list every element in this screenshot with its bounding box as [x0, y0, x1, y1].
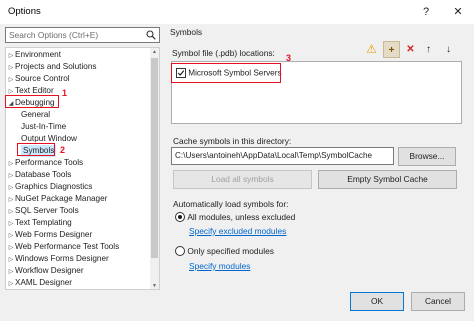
- ok-button[interactable]: OK: [350, 292, 404, 311]
- expand-arrow-icon[interactable]: ▷: [7, 278, 15, 289]
- radio-only-specified-label: Only specified modules: [187, 245, 274, 256]
- cache-directory-field[interactable]: C:\Users\antoineh\AppData\Local\Temp\Sym…: [171, 147, 394, 165]
- radio-all-modules-label: All modules, unless excluded: [187, 211, 296, 222]
- title-bar: Options ? ✕: [0, 0, 474, 24]
- move-down-arrow-icon[interactable]: ↓: [440, 41, 457, 58]
- callout-number-1: 1: [62, 88, 68, 98]
- remove-location-icon[interactable]: ✕: [402, 41, 419, 58]
- radio-only-specified-button[interactable]: [175, 245, 185, 256]
- symbol-locations-label: Symbol file (.pdb) locations:: [172, 48, 275, 58]
- search-icon: [146, 30, 156, 40]
- scroll-down-arrow-icon[interactable]: ▼: [150, 282, 159, 289]
- tree-item-sql-server-tools[interactable]: ▷ SQL Server Tools: [7, 205, 79, 217]
- callout-number-2: 2: [60, 145, 66, 155]
- radio-all-modules-button[interactable]: [175, 211, 185, 222]
- tree-item-xaml-designer[interactable]: ▷ XAML Designer: [7, 277, 72, 289]
- tree-item-workflow-designer[interactable]: ▷ Workflow Designer: [7, 265, 84, 277]
- cancel-button[interactable]: Cancel: [411, 292, 465, 311]
- options-navigation: Search Options (Ctrl+E) ▷ Environment ▷ Pr…: [5, 27, 160, 290]
- window-title: Options: [8, 6, 41, 17]
- callout-box-debugging: [5, 95, 59, 108]
- cache-directory-label: Cache symbols in this directory:: [173, 136, 292, 146]
- move-up-arrow-icon[interactable]: ↑: [420, 41, 437, 58]
- tree-item-environment[interactable]: ▷ Environment: [7, 49, 61, 61]
- browse-button[interactable]: Browse...: [398, 147, 456, 166]
- help-button[interactable]: ?: [417, 4, 435, 20]
- search-placeholder: Search Options (Ctrl+E): [9, 30, 99, 40]
- radio-all-modules[interactable]: All modules, unless excluded: [175, 211, 295, 222]
- cache-directory-value: C:\Users\antoineh\AppData\Local\Temp\Sym…: [175, 151, 373, 160]
- radio-only-specified[interactable]: Only specified modules: [175, 245, 274, 256]
- tree-item-performance-tools[interactable]: ▷ Performance Tools: [7, 157, 83, 169]
- search-input[interactable]: Search Options (Ctrl+E): [5, 27, 160, 43]
- tree-item-windows-forms-designer[interactable]: ▷ Windows Forms Designer: [7, 253, 109, 265]
- tree-scrollbar[interactable]: ▲ ▼: [150, 48, 159, 289]
- close-button[interactable]: ✕: [449, 4, 467, 20]
- warning-icon[interactable]: ⚠: [363, 41, 380, 58]
- tree-item-source-control[interactable]: ▷ Source Control: [7, 73, 70, 85]
- tree-item-nuget[interactable]: ▷ NuGet Package Manager: [7, 193, 108, 205]
- tree-item-database-tools[interactable]: ▷ Database Tools: [7, 169, 72, 181]
- options-tree: ▷ Environment ▷ Projects and Solutions ▷ So…: [5, 47, 160, 290]
- symbols-group-title: Symbols: [170, 27, 203, 37]
- add-location-folder-icon[interactable]: +: [383, 41, 400, 58]
- auto-load-label: Automatically load symbols for:: [173, 199, 289, 209]
- callout-box-symbol-servers: [171, 63, 281, 83]
- tree-item-text-templating[interactable]: ▷ Text Templating: [7, 217, 72, 229]
- load-all-symbols-button[interactable]: Load all symbols: [173, 170, 312, 189]
- tree-item-general[interactable]: General: [21, 109, 50, 121]
- tree-item-web-performance-test-tools[interactable]: ▷ Web Performance Test Tools: [7, 241, 120, 253]
- tree-item-graphics-diagnostics[interactable]: ▷ Graphics Diagnostics: [7, 181, 93, 193]
- tree-item-web-forms-designer[interactable]: ▷ Web Forms Designer: [7, 229, 93, 241]
- specify-excluded-modules-link[interactable]: Specify excluded modules: [189, 226, 286, 236]
- tree-item-just-in-time[interactable]: Just-In-Time: [21, 121, 66, 133]
- empty-symbol-cache-button[interactable]: Empty Symbol Cache: [318, 170, 457, 189]
- tree-item-projects[interactable]: ▷ Projects and Solutions: [7, 61, 97, 73]
- scroll-thumb[interactable]: [151, 58, 158, 258]
- callout-box-symbols: [17, 143, 55, 156]
- radio-selected-dot: [178, 214, 182, 219]
- specify-modules-link[interactable]: Specify modules: [189, 261, 250, 271]
- scroll-up-arrow-icon[interactable]: ▲: [150, 48, 159, 57]
